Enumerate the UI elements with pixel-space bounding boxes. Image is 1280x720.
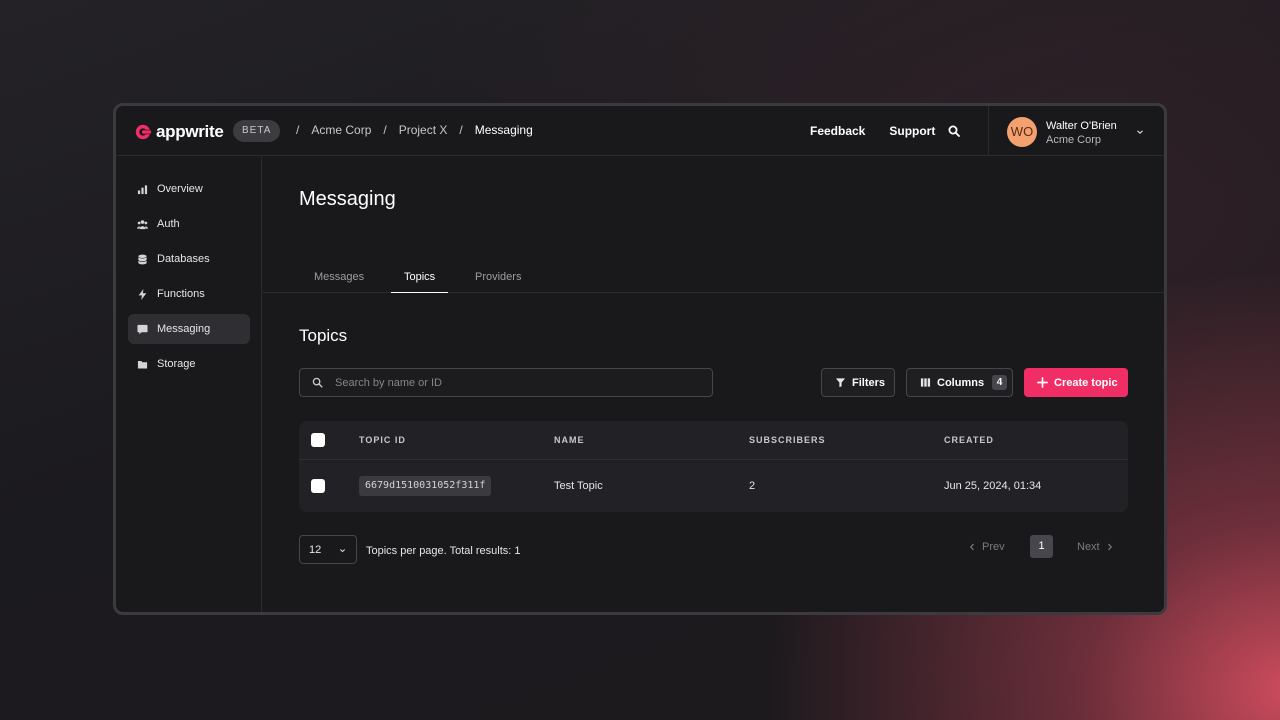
sidebar-item-auth[interactable]: Auth [128,209,250,239]
table-header: TOPIC ID NAME SUBSCRIBERS CREATED [299,421,1128,460]
app-window: appwrite BETA / Acme Corp / Project X / … [113,103,1167,615]
chevron-right-icon [1107,543,1112,550]
sidebar-item-label: Overview [157,183,203,195]
header-links: Feedback Support [810,124,959,138]
support-link[interactable]: Support [889,124,935,138]
topic-created: Jun 25, 2024, 01:34 [944,480,1042,492]
columns-icon [920,378,931,387]
chevron-down-icon[interactable] [1136,128,1144,136]
select-all-checkbox[interactable] [311,433,325,447]
filters-label: Filters [852,376,886,389]
columns-button[interactable]: Columns 4 [906,368,1013,397]
user-menu[interactable]: Walter O'Brien Acme Corp [1046,119,1117,147]
sidebar-item-label: Storage [157,358,196,370]
tab-topics[interactable]: Topics [391,271,449,293]
pagination-summary: Topics per page. Total results: 1 [366,545,521,557]
create-topic-label: Create topic [1054,376,1118,389]
tab-providers[interactable]: Providers [475,271,521,293]
column-header-subscribers[interactable]: SUBSCRIBERS [749,435,826,445]
tab-bar: Messages Topics Providers [263,263,1164,293]
breadcrumb-current: Messaging [474,123,533,137]
users-icon [137,219,148,229]
next-label: Next [1077,540,1100,553]
per-page-value: 12 [309,543,322,556]
sidebar: Overview Auth Databases Functions Messag… [116,157,262,612]
chevron-down-icon [339,549,346,553]
appwrite-logo-icon [135,124,152,140]
lightning-icon [138,288,147,300]
plus-icon [1037,377,1048,388]
bar-chart-icon [137,184,148,194]
avatar[interactable]: WO [1007,117,1037,147]
per-page-select[interactable]: 12 [299,535,357,564]
sidebar-item-overview[interactable]: Overview [128,174,250,204]
tab-messages[interactable]: Messages [314,271,364,293]
breadcrumb-organization[interactable]: Acme Corp [311,123,371,137]
header-divider [988,106,989,156]
columns-count-badge: 4 [992,375,1008,390]
row-checkbox[interactable] [311,479,325,493]
search-icon [312,377,323,388]
section-title: Topics [299,326,348,345]
create-topic-button[interactable]: Create topic [1024,368,1128,397]
sidebar-item-label: Auth [157,218,180,230]
feedback-link[interactable]: Feedback [810,124,865,138]
beta-badge: BETA [233,120,281,142]
search-field[interactable] [299,368,713,397]
sidebar-item-label: Databases [157,253,210,265]
sidebar-item-storage[interactable]: Storage [128,349,250,379]
prev-label: Prev [982,540,1005,553]
database-icon [138,254,147,264]
current-page-number[interactable]: 1 [1030,535,1053,558]
filters-button[interactable]: Filters [821,368,895,397]
filter-icon [835,378,846,388]
column-header-created[interactable]: CREATED [944,435,994,445]
prev-page-button[interactable]: Prev [969,535,1005,558]
column-header-topic-id[interactable]: TOPIC ID [359,435,406,445]
chat-icon [137,324,148,334]
topic-id-chip[interactable]: 6679d1510031052f311f [359,476,492,496]
top-bar: appwrite BETA / Acme Corp / Project X / … [116,106,1164,156]
appwrite-logo[interactable]: appwrite [134,122,224,142]
topic-name: Test Topic [554,480,603,492]
column-header-name[interactable]: NAME [554,435,585,445]
brand-name: appwrite [156,122,224,141]
sidebar-item-databases[interactable]: Databases [128,244,250,274]
page-title: Messaging [299,188,396,210]
search-input[interactable] [335,376,675,389]
breadcrumb: / Acme Corp / Project X / Messaging [296,123,533,137]
sidebar-item-label: Functions [157,288,205,300]
sidebar-item-functions[interactable]: Functions [128,279,250,309]
sidebar-item-messaging[interactable]: Messaging [128,314,250,344]
user-name: Walter O'Brien [1046,120,1117,132]
main-content: Messaging Messages Topics Providers Topi… [263,157,1164,612]
sidebar-item-label: Messaging [157,323,211,335]
topics-table: TOPIC ID NAME SUBSCRIBERS CREATED 6679d1… [299,421,1128,512]
chevron-left-icon [969,543,974,550]
breadcrumb-project[interactable]: Project X [399,123,448,137]
user-organization: Acme Corp [1046,134,1102,146]
next-page-button[interactable]: Next [1077,535,1113,558]
search-icon[interactable] [948,125,960,137]
folder-icon [137,360,148,368]
topic-subscribers: 2 [749,480,756,492]
columns-label: Columns [937,376,985,389]
